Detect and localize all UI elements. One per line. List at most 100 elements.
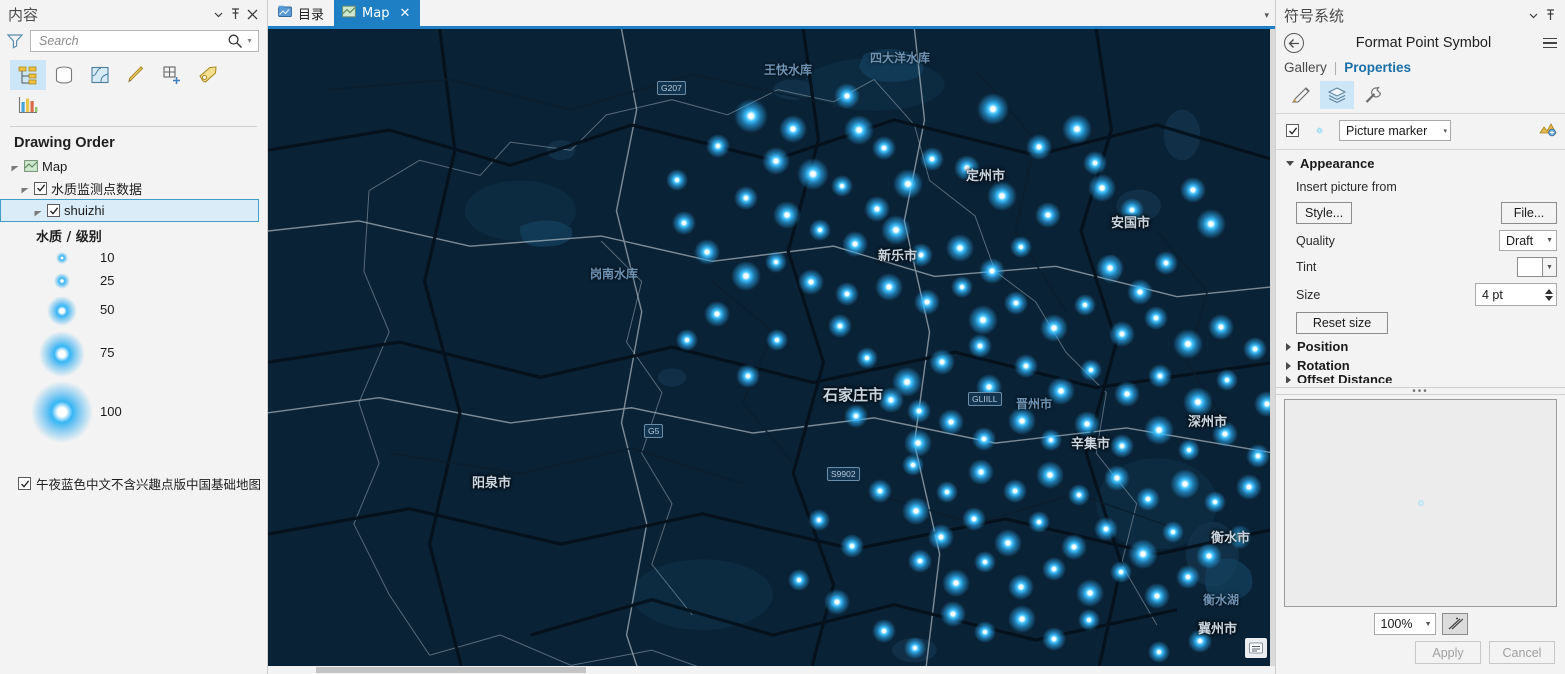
search-input[interactable] <box>37 33 228 49</box>
list-by-snapping-icon[interactable] <box>154 60 190 90</box>
map-canvas[interactable]: 王快水库 四大洋水库 定州市 安国市 岗南水库 新乐市 石家庄市 晋州市 深州市… <box>268 29 1275 666</box>
map-view-container: 目录 Map ✕ ▾ 王快水库 四大洋水库 定州市 安国市 岗南水库 新乐市 石… <box>268 0 1275 674</box>
position-section-header[interactable]: Position <box>1276 337 1565 356</box>
search-options-caret-icon[interactable]: ▼ <box>243 38 256 45</box>
tab-catalog[interactable]: 目录 <box>270 0 335 26</box>
offset-distance-section-header[interactable]: Offset Distance <box>1276 375 1565 383</box>
list-by-selection-icon[interactable] <box>82 60 118 90</box>
tree-item-map[interactable]: Map <box>0 155 267 177</box>
map-label: 辛集市 <box>1071 437 1111 452</box>
preview-zoom-value: 100% <box>1380 617 1413 631</box>
tabstrip-overflow-caret-icon[interactable]: ▾ <box>1264 10 1269 21</box>
rotation-section-label: Rotation <box>1297 358 1350 373</box>
symbology-mode-tabs: Gallery | Properties <box>1276 58 1565 79</box>
tint-color-swatch[interactable] <box>1517 257 1543 277</box>
symbology-menu-caret-icon[interactable] <box>1525 5 1542 25</box>
legend-item[interactable]: 50 <box>0 293 260 329</box>
style-button[interactable]: Style... <box>1296 202 1353 224</box>
contents-toolbar <box>0 58 250 122</box>
expand-shuizhi-twisty-icon[interactable] <box>33 206 43 216</box>
map-label: 王快水库 <box>764 63 813 77</box>
cancel-button[interactable]: Cancel <box>1489 641 1555 664</box>
symbology-footer: Apply Cancel <box>1276 639 1565 674</box>
chevron-down-icon: ▼ <box>1546 237 1553 244</box>
map-horizontal-scrollbar-thumb[interactable] <box>316 667 586 673</box>
file-button[interactable]: File... <box>1501 202 1557 224</box>
highway-shield: G5 <box>644 424 664 438</box>
size-label: Size <box>1296 287 1321 302</box>
list-by-charts-icon[interactable] <box>10 90 46 120</box>
appearance-section-header[interactable]: Appearance <box>1276 150 1565 175</box>
list-by-drawing-order-icon[interactable] <box>10 60 46 90</box>
symbology-form-title: Format Point Symbol <box>1355 35 1492 51</box>
expand-group-twisty-icon[interactable] <box>20 183 30 194</box>
stepper-up-icon[interactable] <box>1545 288 1553 294</box>
contents-close-icon[interactable] <box>244 4 261 24</box>
preview-zoom-combo[interactable]: 100% ▼ <box>1373 613 1436 635</box>
contents-pin-icon[interactable] <box>227 4 244 24</box>
tree-item-group-layer-label: 水质监测点数据 <box>51 182 143 198</box>
wrench-icon[interactable] <box>1356 81 1390 109</box>
symbol-layer-type-value: Picture marker <box>1346 123 1428 138</box>
rotation-section-header[interactable]: Rotation <box>1276 356 1565 375</box>
shuizhi-layer-checkbox[interactable] <box>47 204 60 217</box>
tree-item-map-label: Map <box>42 158 68 174</box>
list-by-editing-icon[interactable] <box>118 60 154 90</box>
tab-map[interactable]: Map ✕ <box>334 0 421 26</box>
fit-to-window-icon[interactable] <box>1441 613 1468 635</box>
reset-size-button[interactable]: Reset size <box>1296 312 1388 334</box>
tab-properties[interactable]: Properties <box>1344 60 1411 75</box>
chevron-right-icon <box>1286 342 1291 351</box>
tab-map-close-icon[interactable]: ✕ <box>399 5 410 21</box>
basemap-legend-icon[interactable] <box>1245 638 1267 658</box>
tint-color-caret-icon[interactable]: ▼ <box>1543 257 1557 277</box>
search-icon[interactable] <box>227 33 243 49</box>
hamburger-icon[interactable] <box>1543 35 1557 52</box>
apply-button[interactable]: Apply <box>1415 641 1481 664</box>
quality-row: Quality Draft ▼ <box>1276 227 1565 254</box>
legend-list: 10 25 50 75 100 <box>0 247 267 452</box>
layers-icon[interactable] <box>1320 81 1354 109</box>
map-label: 定州市 <box>966 169 1006 184</box>
size-row: Size 4 pt <box>1276 280 1565 309</box>
paintbrush-icon[interactable] <box>1284 81 1318 109</box>
insert-picture-from-row: Insert picture from <box>1276 175 1565 199</box>
list-by-labeling-icon[interactable] <box>190 60 226 90</box>
legend-item[interactable]: 100 <box>0 379 260 445</box>
picture-source-buttons-row: Style... File... <box>1276 199 1565 227</box>
symbol-layer-type-combo[interactable]: Picture marker ▾ <box>1339 120 1451 141</box>
back-arrow-icon[interactable] <box>1284 33 1304 53</box>
map-label: 深州市 <box>1188 415 1228 430</box>
tree-item-shuizhi[interactable]: shuizhi <box>0 199 259 222</box>
legend-item[interactable]: 25 <box>0 269 260 293</box>
legend-item[interactable]: 10 <box>0 247 260 269</box>
catalog-icon <box>278 5 292 21</box>
stepper-down-icon[interactable] <box>1545 295 1553 301</box>
highway-shield: S9902 <box>827 467 860 481</box>
basemap-checkbox[interactable] <box>18 477 31 490</box>
add-symbol-layer-icon[interactable] <box>1539 121 1559 140</box>
tree-item-basemap[interactable]: 午夜蓝色中文不含兴趣点版中国基础地图 <box>18 474 261 493</box>
expand-map-twisty-icon[interactable] <box>10 161 20 172</box>
legend-item[interactable]: 75 <box>0 329 260 379</box>
highway-shield: GLIILL <box>968 392 1002 406</box>
contents-menu-caret-icon[interactable] <box>210 4 227 24</box>
tree-item-group-layer[interactable]: 水质监测点数据 <box>0 177 267 199</box>
size-stepper-arrows[interactable] <box>1545 288 1556 301</box>
symbol-layer-checkbox[interactable] <box>1286 124 1299 137</box>
size-value: 4 pt <box>1482 287 1503 302</box>
quality-combo[interactable]: Draft ▼ <box>1499 230 1557 251</box>
list-by-data-source-icon[interactable] <box>46 60 82 90</box>
tab-gallery[interactable]: Gallery <box>1284 60 1327 75</box>
search-input-wrapper[interactable]: ▼ <box>30 30 259 52</box>
symbol-preview-dot <box>1416 499 1425 507</box>
chevron-down-icon <box>1286 161 1294 166</box>
panel-splitter-handle[interactable]: ••• <box>1276 386 1565 397</box>
filter-icon[interactable] <box>6 32 24 50</box>
map-label: 石家庄市 <box>823 386 884 404</box>
map-label: 阳泉市 <box>472 476 512 491</box>
group-layer-checkbox[interactable] <box>34 181 47 195</box>
map-horizontal-scrollbar[interactable] <box>268 666 1275 674</box>
size-stepper[interactable]: 4 pt <box>1475 283 1557 306</box>
symbology-pin-icon[interactable] <box>1542 5 1559 25</box>
